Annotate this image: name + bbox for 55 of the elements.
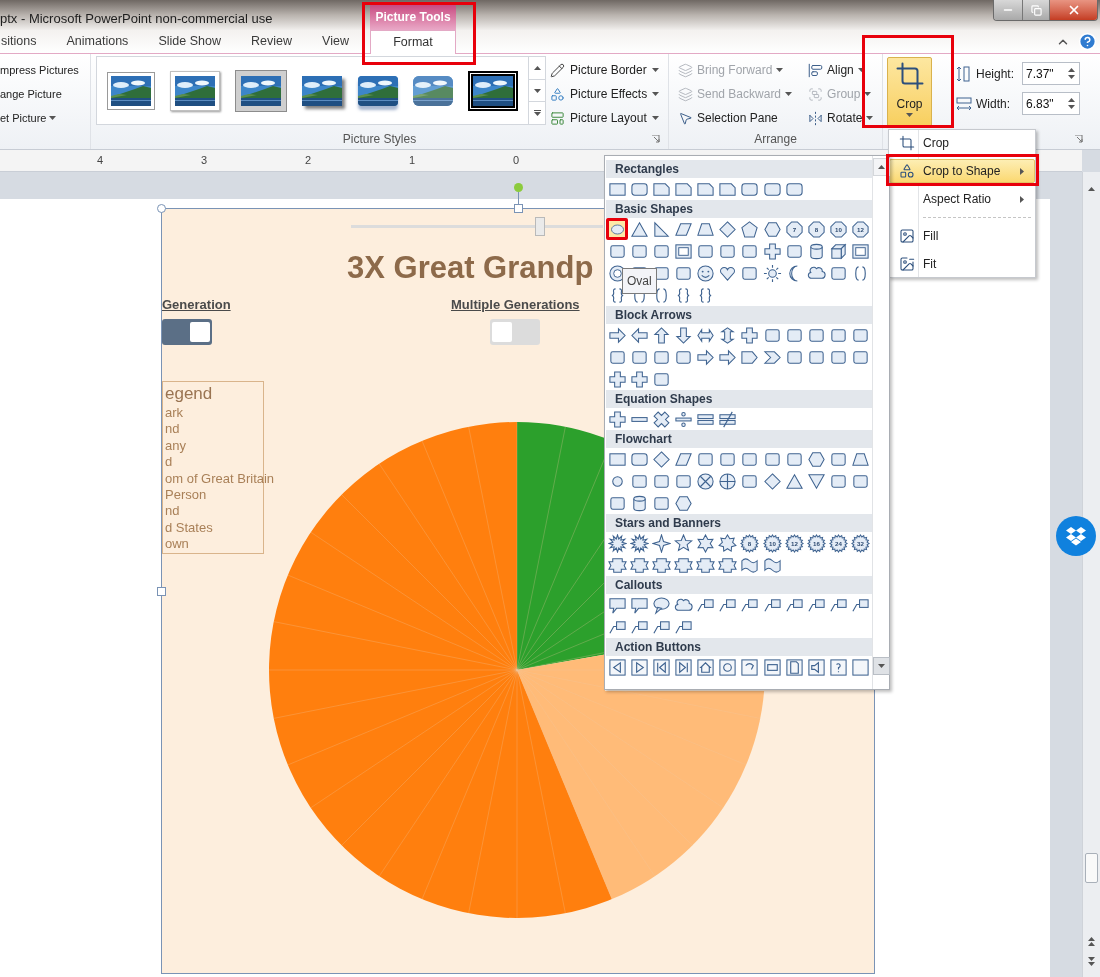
ruler-number: 2 — [303, 153, 313, 169]
group-label: Arrange — [754, 131, 797, 148]
menu-item[interactable]: Fill — [889, 224, 1035, 248]
ruler-number: 1 — [407, 153, 417, 169]
legend-item: Person — [165, 487, 208, 504]
legend-item: nd — [165, 421, 181, 438]
category-header: Rectangles — [606, 160, 872, 178]
ribbon-button[interactable]: mpress Pictures — [0, 59, 79, 81]
size-field[interactable]: 7.37" — [1022, 62, 1080, 85]
menu-item[interactable]: Aspect Ratio — [889, 187, 1035, 211]
ribbon-button[interactable]: Rotate — [805, 107, 877, 129]
legend-title: egend — [165, 383, 214, 405]
legend-item: d — [165, 454, 174, 471]
ribbon-tab[interactable]: sitions — [0, 30, 38, 53]
category-header: Equation Shapes — [606, 390, 872, 408]
crop-button[interactable]: Crop — [887, 57, 932, 127]
legend-item: own — [165, 536, 190, 553]
legend-item: d States — [165, 519, 214, 537]
ribbon-button[interactable]: et Picture — [0, 107, 57, 129]
menu-item[interactable]: Fit — [889, 252, 1035, 276]
ribbon-button[interactable]: Picture Effects — [550, 83, 660, 105]
ruler-number: 0 — [511, 153, 521, 169]
ribbon-tab[interactable]: Review — [250, 30, 293, 53]
tooltip: Oval — [622, 268, 657, 294]
field-label: Height: — [976, 65, 1016, 83]
ribbon-tab[interactable]: Format — [370, 30, 456, 54]
window-title: ptx - Microsoft PowerPoint non-commercial use — [0, 11, 273, 26]
ribbon-button[interactable]: Align — [805, 59, 877, 81]
ribbon-button[interactable]: Picture Layout — [550, 107, 660, 129]
category-header: Callouts — [606, 576, 872, 594]
category-header: Basic Shapes — [606, 200, 872, 218]
contextual-tab-group: Picture Tools — [370, 4, 456, 30]
category-header: Action Buttons — [606, 638, 872, 656]
category-header: Stars and Banners — [606, 514, 872, 532]
toggle-label: Generation — [162, 296, 231, 314]
group-label: Picture Styles — [342, 131, 417, 148]
category-header: Flowchart — [606, 430, 872, 448]
size-field[interactable]: 6.83" — [1022, 92, 1080, 115]
legend-item: nd — [165, 503, 181, 520]
menu-item[interactable]: Crop to Shape — [889, 159, 1035, 183]
ribbon-button[interactable]: ange Picture — [0, 83, 62, 105]
ribbon-button[interactable]: Picture Border — [550, 59, 660, 81]
ruler-number: 3 — [199, 153, 209, 169]
slide-title: 3X Great Grandp — [347, 249, 594, 287]
legend-item: any — [165, 437, 187, 455]
ruler-number: 4 — [95, 153, 105, 169]
legend-item: ark — [165, 405, 185, 422]
ribbon-button[interactable]: Selection Pane — [675, 107, 796, 129]
ribbon-tab[interactable]: View — [321, 30, 350, 53]
ribbon-tab[interactable]: Animations — [65, 30, 130, 53]
field-label: Width: — [976, 95, 1011, 113]
menu-item[interactable]: Crop — [889, 131, 1035, 155]
toggle-label: Multiple Generations — [451, 296, 580, 314]
ribbon-tab[interactable]: Slide Show — [157, 30, 222, 53]
category-header: Block Arrows — [606, 306, 872, 324]
